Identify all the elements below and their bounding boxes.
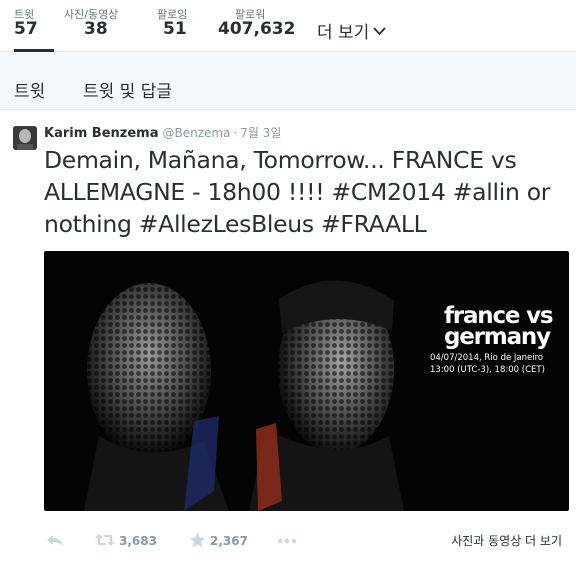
stat-followers-value: 407,632	[218, 19, 296, 39]
avatar[interactable]	[13, 126, 37, 150]
tweet: Karim Benzema @Benzema · 7월 3일 Demain, Maña…	[0, 110, 576, 562]
stat-followers[interactable]: 팔로워 407,632	[218, 0, 298, 52]
retweet-count: 3,683	[119, 534, 157, 548]
author-handle[interactable]: @Benzema	[162, 126, 230, 140]
profile-nav: 트윗 57 사진/동영상 38 팔로잉 51 팔로워 407,632 더 보기	[0, 0, 576, 53]
stat-following[interactable]: 팔로잉 51	[157, 0, 197, 52]
tab-tweets-and-replies[interactable]: 트윗 및 답글	[83, 77, 172, 102]
more-label: 더 보기	[317, 23, 370, 43]
header-separator: ·	[233, 126, 238, 140]
media-date-location: 04/07/2014, Rio de Janeiro	[430, 353, 544, 363]
tweet-header: Karim Benzema @Benzema · 7월 3일	[44, 124, 281, 141]
more-icon	[277, 538, 297, 544]
more-dropdown[interactable]: 더 보기	[317, 18, 386, 43]
avatar-image	[13, 126, 37, 150]
favorite-count: 2,367	[210, 534, 248, 548]
view-more-media-link[interactable]: 사진과 동영상 더 보기	[451, 532, 562, 549]
retweet-icon	[95, 534, 115, 546]
media-headline: france vs germany	[444, 305, 554, 350]
author-fullname[interactable]: Karim Benzema	[44, 126, 158, 141]
reply-button[interactable]	[46, 530, 66, 552]
stat-tweets-value: 57	[14, 19, 38, 39]
star-icon	[189, 532, 206, 548]
stat-photos-videos-value: 38	[84, 19, 108, 39]
content-tabs: 트윗 트윗 및 답글	[0, 52, 576, 110]
tweet-text: Demain, Mañana, Tomorrow... FRANCE vs AL…	[44, 146, 551, 238]
tweet-media-image[interactable]: france vs germany 04/07/2014, Rio de Jan…	[44, 251, 569, 511]
media-photo	[84, 280, 404, 511]
favorite-button[interactable]: 2,367	[189, 530, 259, 552]
stat-photos-videos[interactable]: 사진/동영상 38	[64, 0, 134, 52]
media-kickoff-times: 13:00 (UTC-3), 18:00 (CET)	[430, 365, 545, 375]
more-actions-button[interactable]	[277, 530, 299, 552]
tweet-actions: 3,683 2,367 사진과 동영상 더 보기	[44, 530, 569, 552]
stat-tweets[interactable]: 트윗 57	[14, 0, 54, 53]
retweet-button[interactable]: 3,683	[95, 530, 165, 552]
reply-icon	[47, 535, 63, 546]
tweet-timestamp[interactable]: 7월 3일	[240, 126, 281, 140]
media-headline-line2: germany	[444, 324, 551, 350]
chevron-down-icon	[373, 25, 386, 40]
stat-following-value: 51	[163, 19, 187, 39]
tab-tweets[interactable]: 트윗	[14, 77, 45, 102]
